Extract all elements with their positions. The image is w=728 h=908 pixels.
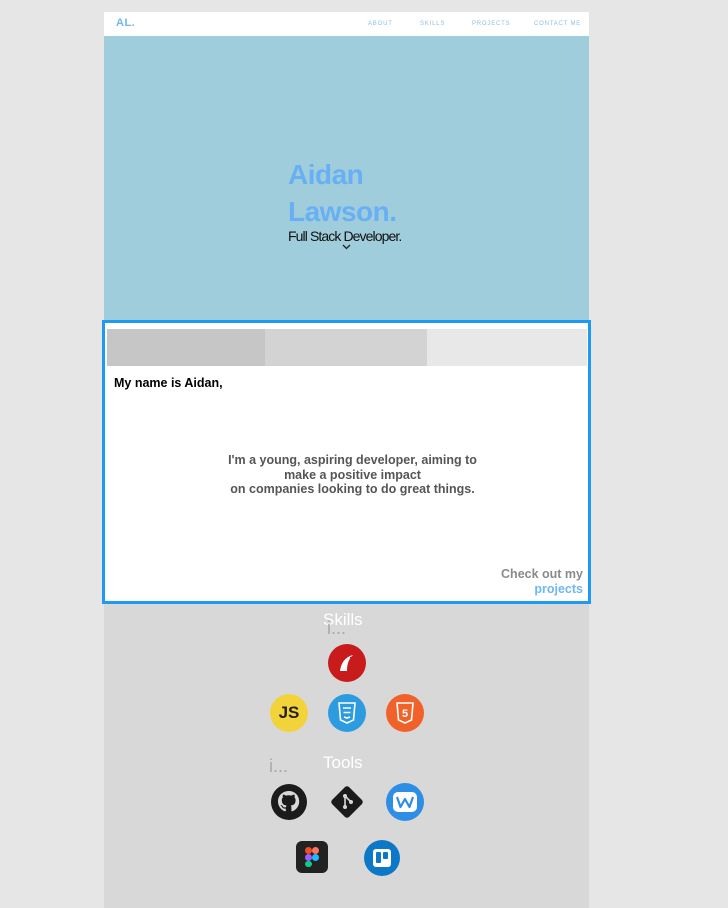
about-body-line: I'm a young, aspiring developer, aiming … [228, 453, 477, 467]
hero-section: Aidan Lawson. Full Stack Developer. [104, 36, 589, 326]
hero-last-name: Lawson. [288, 196, 397, 227]
projects-cta: Check out my projects [501, 567, 583, 597]
about-card: My name is Aidan, I'm a young, aspiring … [102, 320, 591, 604]
figma-icon [296, 841, 328, 873]
hero-first-name: Aidan [288, 159, 364, 190]
css3-icon [328, 694, 366, 732]
nav-link-skills[interactable]: SKILLS [420, 21, 445, 27]
trello-icon [364, 840, 400, 876]
weebly-icon [386, 783, 424, 821]
tools-title: Tools [323, 753, 363, 772]
nav-link-projects[interactable]: PROJECTS [472, 21, 510, 27]
skills-ellipsis: i... [327, 618, 347, 638]
about-body-line: on companies looking to do great things. [230, 482, 475, 496]
hero-name: Aidan Lawson. [288, 156, 397, 230]
about-tab-2[interactable] [265, 329, 427, 366]
rails-icon [328, 644, 366, 682]
nav-link-about[interactable]: ABOUT [368, 21, 393, 27]
about-body: I'm a young, aspiring developer, aiming … [205, 453, 500, 497]
nav-link-contact[interactable]: CONTACT ME [534, 21, 581, 27]
chevron-down-icon[interactable] [342, 242, 351, 252]
github-icon [270, 783, 308, 821]
about-body-line: make a positive impact [284, 467, 421, 482]
site-logo[interactable]: AL. [116, 17, 135, 29]
about-tab-1[interactable] [107, 329, 265, 366]
about-greeting: My name is Aidan, [114, 376, 223, 390]
top-nav: AL. ABOUT SKILLS PROJECTS CONTACT ME [104, 12, 589, 36]
tools-ellipsis: i... [269, 756, 289, 776]
projects-link[interactable]: projects [501, 582, 583, 597]
about-tabs [107, 329, 587, 366]
page: AL. ABOUT SKILLS PROJECTS CONTACT ME Aid… [102, 12, 591, 908]
javascript-icon: JS [270, 694, 308, 732]
git-icon [328, 783, 366, 821]
svg-text:5: 5 [402, 708, 408, 720]
cta-text: Check out my [501, 567, 583, 581]
about-tab-3[interactable] [427, 329, 587, 366]
html5-icon: 5 [386, 694, 424, 732]
